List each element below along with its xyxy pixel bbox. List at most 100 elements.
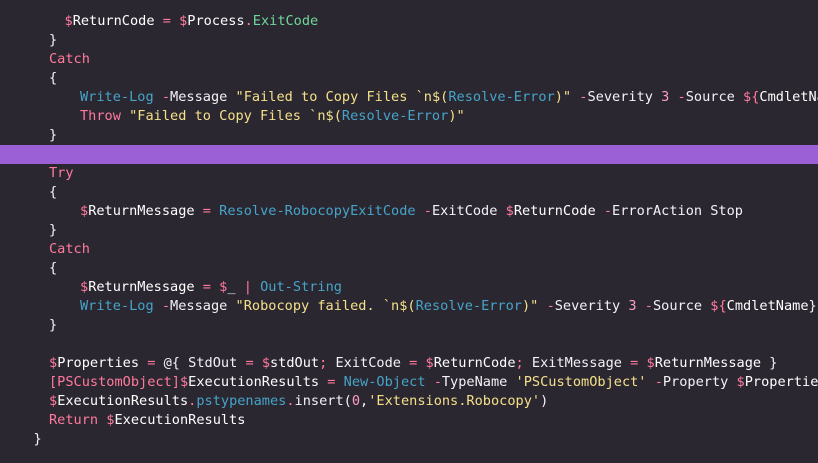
code-token: ExitCode [327,355,410,371]
code-token: Source [652,298,711,314]
code-token: { [49,184,58,200]
code-token: pstypenames [196,393,287,409]
code-token: New-Object [343,374,426,390]
code-token: $ [646,355,655,371]
code-line[interactable]: Try [0,164,818,183]
code-token: CmdletName [726,298,809,314]
code-token: ReturnMessage [654,355,762,371]
code-editor[interactable]: $ReturnCode = $Process.ExitCode} Catch{Wr… [0,0,818,463]
code-line[interactable]: } [0,316,818,335]
code-token: Throw [80,108,121,124]
code-token: { [49,260,58,276]
code-token: Property [662,374,737,390]
code-token: Write-Log [80,298,154,314]
code-token: "Robocopy failed. `n$( [235,298,416,314]
highlighted-code-line[interactable] [0,145,818,164]
code-token: Resolve-Error [415,298,522,314]
code-token: [PSCustomObject] [49,374,180,390]
code-line[interactable] [0,335,818,354]
code-token: - [603,203,613,219]
code-line[interactable]: $ReturnCode = $Process.ExitCode [0,12,818,31]
code-line[interactable]: Catch [0,50,818,69]
code-token: . [244,13,253,29]
code-line[interactable]: Catch [0,240,818,259]
code-line[interactable]: } [0,126,818,145]
code-token: )" [522,298,539,314]
code-token: Source [685,89,744,105]
code-token: 'Extensions.Robocopy' [368,393,541,409]
code-token: Try [49,165,74,181]
code-token: ExecutionResults [188,374,320,390]
code-token: ${ [710,298,727,314]
code-token: $ [179,374,189,390]
code-line[interactable]: $ReturnMessage = Resolve-RobocopyExitCod… [0,202,818,221]
code-token: ReturnMessage [88,279,195,295]
code-token: Properties [744,374,818,390]
code-token: - [161,89,171,105]
code-line[interactable]: Return $ExecutionResults [0,411,818,430]
code-line[interactable]: } [0,221,818,240]
code-token: ReturnCode [513,203,596,219]
code-token: ExecutionResults [57,393,189,409]
code-line[interactable]: Write-Log -Message "Robocopy failed. `n$… [0,297,818,316]
code-token: Process [187,13,245,29]
code-token: } [33,431,42,447]
code-line[interactable]: { [0,183,818,202]
code-line[interactable]: $ReturnMessage = $_ | Out-String [0,278,818,297]
code-token: Message [170,298,236,314]
code-token: $ [425,355,434,371]
code-token: - [546,298,555,314]
code-token: )" [554,89,572,105]
code-token: ExitCode [252,13,319,29]
code-token: $ [505,203,514,219]
code-token: ; [515,355,524,371]
code-token: 3 [628,298,637,314]
code-line[interactable]: $ExecutionResults.pstypenames.insert(0,'… [0,392,818,411]
code-token: , [360,393,369,409]
code-line[interactable]: { [0,69,818,88]
code-token: Return [49,412,99,428]
code-token: 'PSCustomObject' [515,374,647,390]
code-token: = [162,13,171,29]
code-token: = [202,279,211,295]
code-token: ) [540,393,549,409]
code-token: - [654,374,663,390]
code-token: } [49,222,58,238]
code-token: $ [49,393,58,409]
code-token: | [243,279,252,295]
code-line[interactable]: } [0,430,818,449]
code-line[interactable]: Throw "Failed to Copy Files `n$(Resolve-… [0,107,818,126]
code-token: $ [261,355,270,371]
code-line[interactable]: { [0,259,818,278]
code-token: 0 [351,393,361,409]
code-line[interactable]: $Properties = @{ StdOut = $stdOut; ExitC… [0,354,818,373]
code-token: ${ [743,89,760,105]
code-token: = [202,203,211,219]
code-line[interactable]: } [0,31,818,50]
code-token: ExecutionResults [114,412,246,428]
code-token: Resolve-Error [448,89,555,105]
code-token: } [49,32,58,48]
code-token: CmdletName [759,89,818,105]
code-line[interactable]: Write-Log -Message "Failed to Copy Files… [0,88,818,107]
code-line[interactable]: [PSCustomObject]$ExecutionResults = New-… [0,373,818,392]
code-token: - [423,203,432,219]
code-token: - [161,298,171,314]
code-token: TypeName [441,374,516,390]
